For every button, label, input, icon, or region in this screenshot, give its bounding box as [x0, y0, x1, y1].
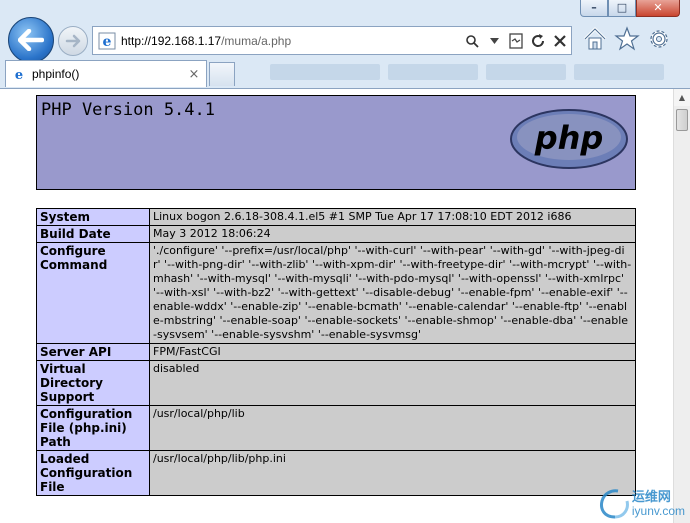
php-logo: php [510, 109, 628, 169]
row-value: Linux bogon 2.6.18-308.4.1.el5 #1 SMP Tu… [149, 208, 636, 226]
table-row: Build Date May 3 2012 18:06:24 [36, 225, 636, 243]
vertical-scrollbar[interactable]: ▲ [673, 89, 690, 523]
tab-phpinfo[interactable]: e phpinfo() × [5, 60, 207, 87]
watermark-logo [599, 489, 629, 519]
new-tab-button[interactable] [209, 62, 235, 86]
row-value: FPM/FastCGI [149, 343, 636, 361]
compatibility-view-button[interactable] [505, 30, 527, 52]
address-bar[interactable]: e http://192.168.1.17/muma/a.php [92, 26, 572, 55]
arrow-left-icon [18, 29, 44, 51]
row-label: Build Date [36, 225, 150, 243]
close-icon [554, 34, 566, 47]
url-path: /muma/a.php [221, 33, 292, 48]
row-value: May 3 2012 18:06:24 [149, 225, 636, 243]
phpinfo-page: PHP Version 5.4.1 php System Linux bogon … [36, 95, 636, 496]
url-host: http://192.168.1.17 [121, 33, 222, 48]
table-row: System Linux bogon 2.6.18-308.4.1.el5 #1 … [36, 208, 636, 226]
ie-page-icon: e [15, 68, 23, 81]
search-button[interactable] [461, 30, 483, 52]
toolbar-ghost [270, 64, 680, 84]
watermark: 运维网 iyunv.com [598, 487, 685, 521]
scroll-up-arrow-icon[interactable]: ▲ [674, 89, 690, 106]
tab-strip: e phpinfo() × [0, 60, 690, 88]
php-version-title: PHP Version 5.4.1 [41, 100, 215, 120]
stop-button[interactable] [549, 30, 571, 52]
favorites-star-icon[interactable] [614, 26, 640, 52]
php-logo-text: php [534, 119, 604, 157]
url-text[interactable]: http://192.168.1.17/muma/a.php [121, 34, 461, 48]
tab-title: phpinfo() [32, 67, 80, 81]
back-button[interactable] [8, 17, 54, 63]
refresh-button[interactable] [527, 30, 549, 52]
row-value: './configure' '--prefix=/usr/local/php' … [149, 242, 636, 344]
table-row: Server API FPM/FastCGI [36, 343, 636, 361]
info-table: System Linux bogon 2.6.18-308.4.1.el5 #1 … [36, 208, 636, 496]
row-label: System [36, 208, 150, 226]
scrollbar-thumb[interactable] [676, 109, 688, 131]
search-icon [466, 34, 479, 48]
row-label: Virtual Directory Support [36, 360, 150, 406]
row-label: Loaded Configuration File [36, 450, 150, 496]
chevron-down-icon [489, 37, 499, 44]
php-header: PHP Version 5.4.1 php [36, 95, 636, 190]
row-label: Configure Command [36, 242, 150, 344]
watermark-text: 运维网 iyunv.com [632, 489, 685, 519]
ie-page-icon: e [98, 32, 116, 50]
forward-button[interactable] [58, 26, 88, 56]
svg-text:e: e [15, 68, 23, 81]
row-label: Server API [36, 343, 150, 361]
table-row: Configure Command './configure' '--prefix… [36, 242, 636, 344]
dropdown-button[interactable] [483, 30, 505, 52]
table-row: Loaded Configuration File/usr/local/php/… [36, 450, 636, 496]
navigation-bar: e http://192.168.1.17/muma/a.php [0, 14, 690, 64]
broken-page-icon [509, 32, 523, 49]
row-value: /usr/local/php/lib [149, 405, 636, 451]
tab-close-button[interactable]: × [186, 67, 202, 82]
row-value: disabled [149, 360, 636, 406]
row-value: /usr/local/php/lib/php.ini [149, 450, 636, 496]
page-viewport[interactable]: PHP Version 5.4.1 php System Linux bogon … [0, 88, 690, 523]
row-label: Configuration File (php.ini) Path [36, 405, 150, 451]
refresh-icon [532, 33, 545, 47]
svg-text:e: e [103, 34, 112, 50]
watermark-line1: 运维网 [631, 489, 671, 504]
gear-icon[interactable] [646, 26, 672, 52]
table-row: Virtual Directory Support disabled [36, 360, 636, 406]
arrow-right-icon [65, 34, 81, 48]
table-row: Configuration File (php.ini) Path/usr/lo… [36, 405, 636, 451]
watermark-line2: iyunv.com [631, 504, 685, 518]
home-icon[interactable] [582, 26, 608, 52]
